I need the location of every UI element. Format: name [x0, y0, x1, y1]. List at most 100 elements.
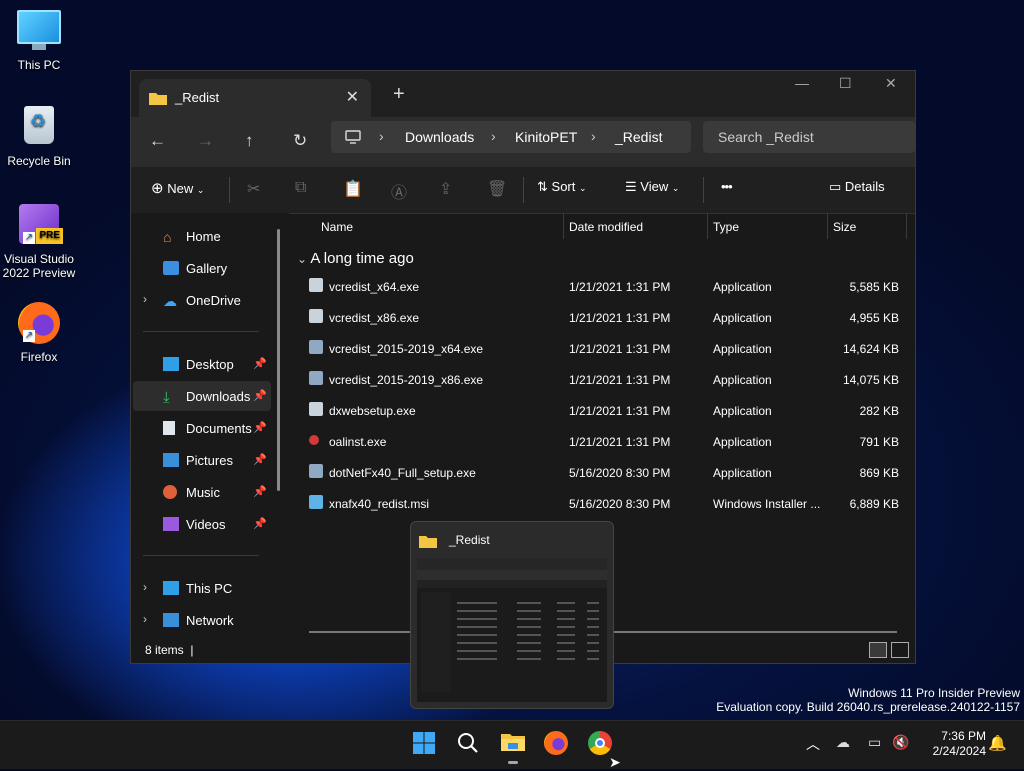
network-icon[interactable]: ▭ — [868, 734, 881, 751]
share-button[interactable]: ⇪ — [439, 179, 452, 199]
new-tab-button[interactable]: + — [393, 83, 405, 106]
file-type: Application — [713, 280, 772, 294]
breadcrumb-downloads[interactable]: Downloads — [405, 129, 474, 145]
table-row[interactable]: vcredist_x64.exe 1/21/2021 1:31 PM Applica… — [299, 271, 913, 302]
chevron-right-icon[interactable]: › — [491, 128, 496, 144]
nav-item-videos[interactable]: Videos 📌 — [133, 509, 271, 539]
column-header-date[interactable]: Date modified — [569, 220, 643, 234]
forward-button[interactable]: → — [197, 131, 214, 151]
search-input[interactable]: Search _Redist — [703, 121, 915, 153]
table-row[interactable]: vcredist_x86.exe 1/21/2021 1:31 PM Applica… — [299, 302, 913, 333]
column-header-type[interactable]: Type — [713, 220, 739, 234]
pin-icon: 📌 — [253, 518, 267, 530]
copy-button[interactable]: ⧉ — [295, 179, 306, 197]
nav-item-network[interactable]: › Network — [133, 605, 271, 635]
table-row[interactable]: dxwebsetup.exe 1/21/2021 1:31 PM Applicati… — [299, 395, 913, 426]
file-date: 1/21/2021 1:31 PM — [569, 435, 671, 449]
tiles-view-icon[interactable] — [891, 642, 909, 658]
sort-label: Sort — [551, 179, 576, 194]
clock[interactable]: 7:36 PM 2/24/2024 — [933, 729, 986, 759]
recycle-bin-icon — [17, 106, 61, 150]
chevron-down-icon: ⌄ — [297, 252, 308, 266]
file-name: vcredist_2015-2019_x86.exe — [329, 373, 484, 387]
close-tab-icon[interactable]: ✕ — [346, 87, 359, 107]
search-button[interactable] — [456, 731, 482, 757]
nav-item-downloads[interactable]: ⤓ Downloads 📌 — [133, 381, 271, 411]
table-row[interactable]: vcredist_2015-2019_x86.exe 1/21/2021 1:31… — [299, 364, 913, 395]
column-header-size[interactable]: Size — [833, 220, 856, 234]
maximize-button[interactable]: ☐ — [839, 75, 852, 92]
file-size: 4,955 KB — [849, 311, 899, 325]
new-button[interactable]: ⊕ New ⌄ — [151, 179, 204, 197]
divider — [707, 213, 708, 239]
breadcrumb-kinitopet[interactable]: KinitoPET — [515, 129, 577, 145]
chevron-right-icon[interactable]: › — [379, 128, 384, 144]
nav-item-documents[interactable]: Documents 📌 — [133, 413, 271, 443]
installer-icon — [309, 278, 323, 292]
minimize-button[interactable]: — — [795, 75, 809, 91]
download-icon: ⤓ — [163, 389, 170, 406]
back-button[interactable]: ← — [149, 131, 166, 151]
desktop-folder-icon — [163, 357, 179, 371]
chevron-right-icon[interactable]: › — [143, 292, 147, 306]
delete-button[interactable]: 🗑 — [487, 179, 507, 199]
desktop-icon-label: Firefox — [20, 350, 58, 364]
rename-button[interactable]: Ⓐ — [391, 179, 407, 203]
nav-item-desktop[interactable]: Desktop 📌 — [133, 349, 271, 379]
tab-redist[interactable]: _Redist ✕ — [139, 79, 371, 117]
desktop-icon-firefox[interactable]: ↗ Firefox — [1, 302, 77, 364]
paste-button[interactable]: 📋 — [343, 179, 363, 199]
nav-item-onedrive[interactable]: › ☁ OneDrive — [133, 285, 271, 315]
nav-label: Gallery — [186, 261, 228, 276]
sort-button[interactable]: ⇅ Sort ⌄ — [537, 179, 587, 195]
volume-muted-icon[interactable]: 🔇 — [892, 734, 909, 751]
table-row[interactable]: dotNetFx40_Full_setup.exe 5/16/2020 8:30 … — [299, 457, 913, 488]
file-size: 5,585 KB — [849, 280, 899, 294]
column-header-name[interactable]: Name — [321, 220, 353, 234]
more-options-button[interactable]: ••• — [721, 179, 733, 194]
breadcrumb-redist[interactable]: _Redist — [615, 129, 662, 145]
taskbar-file-explorer[interactable] — [500, 731, 526, 764]
notification-bell-icon[interactable]: 🔔 — [988, 734, 1007, 752]
details-pane-button[interactable]: ▭ Details — [829, 179, 885, 195]
details-view-icon[interactable] — [869, 642, 887, 658]
chevron-right-icon[interactable]: › — [143, 612, 147, 626]
nav-scrollbar[interactable] — [277, 229, 280, 491]
file-date: 5/16/2020 8:30 PM — [569, 497, 671, 511]
msi-icon — [309, 495, 323, 509]
desktop-icon-this-pc[interactable]: This PC — [1, 10, 77, 72]
chevron-down-icon: ⌄ — [671, 183, 680, 193]
show-hidden-icons-chevron-up-icon[interactable]: ︿ — [806, 734, 820, 754]
desktop-icon-visual-studio[interactable]: PRE ↗ Visual Studio 2022 Preview — [1, 204, 77, 280]
table-row[interactable]: xnafx40_redist.msi 5/16/2020 8:30 PM Windo… — [299, 488, 913, 519]
nav-item-gallery[interactable]: Gallery — [133, 253, 271, 283]
nav-item-this-pc[interactable]: › This PC — [133, 573, 271, 603]
close-window-button[interactable]: ✕ — [885, 75, 897, 92]
file-name: xnafx40_redist.msi — [329, 497, 430, 511]
thumbnail-title: _Redist — [449, 533, 490, 547]
table-row[interactable]: vcredist_2015-2019_x64.exe 1/21/2021 1:31… — [299, 333, 913, 364]
new-label: New — [167, 181, 194, 196]
taskbar-firefox[interactable] — [544, 731, 570, 757]
desktop-icon-recycle-bin[interactable]: Recycle Bin — [1, 106, 77, 168]
address-bar[interactable]: › Downloads › KinitoPET › _Redist — [331, 121, 691, 153]
start-button[interactable] — [412, 731, 438, 757]
file-type: Application — [713, 466, 772, 480]
nav-item-home[interactable]: ⌂ Home — [133, 221, 271, 251]
up-button[interactable]: ↑ — [245, 131, 254, 151]
chevron-right-icon[interactable]: › — [143, 580, 147, 594]
refresh-button[interactable]: ↻ — [293, 131, 307, 151]
onedrive-offline-icon[interactable]: ☁ — [836, 734, 850, 751]
cut-button[interactable]: ✂ — [247, 179, 260, 199]
nav-item-pictures[interactable]: Pictures 📌 — [133, 445, 271, 475]
installer-icon — [309, 309, 323, 323]
nav-item-music[interactable]: Music 📌 — [133, 477, 271, 507]
computer-icon — [345, 130, 361, 144]
taskbar-thumbnail-preview[interactable]: _Redist — [410, 521, 614, 709]
view-button[interactable]: ☰ View ⌄ — [625, 179, 679, 195]
nav-label: Desktop — [186, 357, 234, 372]
chevron-right-icon[interactable]: › — [591, 128, 596, 144]
group-header[interactable]: ⌄ A long time ago — [297, 250, 414, 267]
file-name: vcredist_2015-2019_x64.exe — [329, 342, 484, 356]
table-row[interactable]: oalinst.exe 1/21/2021 1:31 PM Application 7… — [299, 426, 913, 457]
